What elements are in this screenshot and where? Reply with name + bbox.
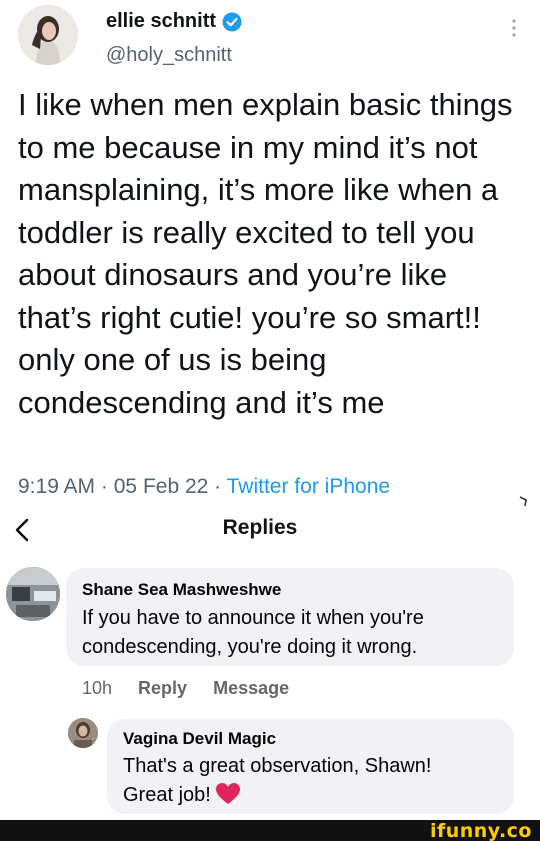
ifunny-watermark: ifunny.co xyxy=(429,820,532,842)
tweet-meta: 9:19 AM · 05 Feb 22 · Twitter for iPhone xyxy=(18,475,390,499)
tweet: ellie schnitt @holy_schnitt I like when … xyxy=(0,0,540,507)
comment-age: 10h xyxy=(82,678,113,698)
more-options-icon[interactable] xyxy=(511,18,517,38)
comment-text: If you have to announce it when you're c… xyxy=(82,607,424,658)
profile-photo-icon xyxy=(68,718,98,748)
comment-author[interactable]: Vagina Devil Magic xyxy=(123,729,276,749)
tweet-client-link[interactable]: Twitter for iPhone xyxy=(227,475,390,498)
tweet-time[interactable]: 9:19 AM xyxy=(18,475,95,498)
tweet-date[interactable]: 05 Feb 22 xyxy=(114,475,209,498)
comment-avatar[interactable] xyxy=(6,567,60,621)
comment-actions: 10h Reply Message xyxy=(82,678,289,699)
message-button[interactable]: Message xyxy=(213,678,289,699)
profile-photo-icon xyxy=(6,567,60,621)
replies-header: Replies xyxy=(0,508,540,552)
replies-title: Replies xyxy=(222,516,298,539)
display-name[interactable]: ellie schnitt xyxy=(106,10,242,33)
red-heart-icon xyxy=(215,783,240,804)
comment-bubble[interactable]: Vagina Devil Magic That's a great observ… xyxy=(107,719,514,814)
comment-text-line: Great job! xyxy=(123,781,503,810)
avatar[interactable] xyxy=(18,5,78,65)
watermark-bar: ifunny.co xyxy=(0,820,540,842)
comment-bubble[interactable]: Shane Sea Mashweshwe If you have to anno… xyxy=(66,568,514,666)
comment-author[interactable]: Shane Sea Mashweshwe xyxy=(82,580,281,600)
meta-separator: · xyxy=(100,475,108,498)
profile-photo-icon xyxy=(18,5,78,65)
meta-separator: · xyxy=(214,475,222,498)
handle[interactable]: @holy_schnitt xyxy=(106,44,232,67)
comment-text: That's a great observation, Shawn! Great… xyxy=(123,752,503,810)
tweet-text: I like when men explain basic things to … xyxy=(18,87,513,420)
verified-badge-icon xyxy=(222,12,242,31)
corner-arrow-icon xyxy=(519,496,527,507)
comment-text-tail: Great job! xyxy=(123,784,211,806)
comment-avatar[interactable] xyxy=(68,718,98,748)
reply-button[interactable]: Reply xyxy=(138,678,187,699)
display-name-text: ellie schnitt xyxy=(106,10,217,32)
comment-text-line: That's a great observation, Shawn! xyxy=(123,755,432,777)
